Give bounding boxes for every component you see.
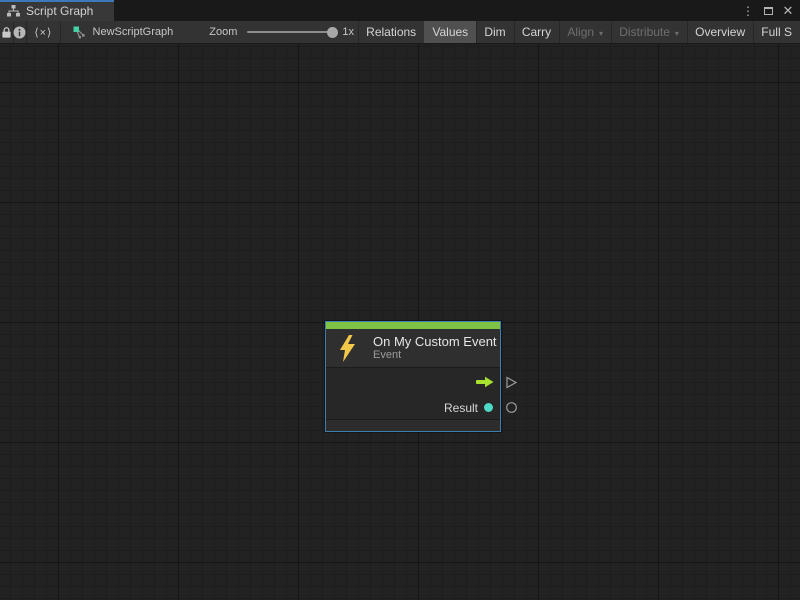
- info-icon: [13, 26, 26, 39]
- node-footer: [326, 420, 500, 431]
- value-output-row: Result: [326, 396, 500, 419]
- align-dropdown[interactable]: Align ▾: [559, 21, 611, 43]
- relations-button[interactable]: Relations: [358, 21, 424, 43]
- chevron-down-icon: ▾: [599, 29, 603, 38]
- zoom-label: Zoom: [209, 26, 237, 38]
- overview-button[interactable]: Overview: [687, 21, 753, 43]
- tab-script-graph[interactable]: Script Graph: [0, 0, 114, 21]
- close-icon[interactable]: ✕: [780, 2, 796, 20]
- node-title: On My Custom Event: [373, 334, 497, 349]
- info-button[interactable]: [13, 21, 26, 43]
- node-header[interactable]: On My Custom Event Event: [326, 329, 500, 367]
- zoom-value: 1x: [342, 26, 354, 38]
- graph-canvas[interactable]: On My Custom Event Event Result: [0, 44, 800, 600]
- carry-button[interactable]: Carry: [514, 21, 559, 43]
- toolbar: ⟨×⟩ NewScriptGraph Zoom 1x Relations Val…: [0, 21, 800, 44]
- flow-output-port[interactable]: [505, 376, 518, 389]
- dim-button[interactable]: Dim: [476, 21, 513, 43]
- graph-reference[interactable]: NewScriptGraph: [61, 21, 182, 43]
- zoom-slider[interactable]: [247, 31, 335, 33]
- tab-strip: Script Graph ⋮ ✕: [0, 0, 800, 21]
- node-color-bar: [326, 322, 500, 329]
- event-bolt-icon: [339, 335, 356, 362]
- node-on-my-custom-event[interactable]: On My Custom Event Event Result: [325, 321, 501, 432]
- flow-arrow-icon: [476, 376, 494, 388]
- zoom-control: Zoom 1x: [209, 21, 358, 43]
- node-subtitle: Event: [373, 349, 497, 362]
- flow-output-row: [326, 368, 500, 396]
- graph-asset-icon: [73, 26, 86, 39]
- tab-label: Script Graph: [26, 4, 93, 18]
- value-dot-icon: [484, 403, 493, 412]
- chevron-down-icon: ▾: [675, 29, 679, 38]
- graph-name-label: NewScriptGraph: [93, 26, 174, 38]
- node-body: Result: [326, 368, 500, 419]
- value-output-port[interactable]: [505, 401, 518, 414]
- window-controls: ⋮ ✕: [740, 0, 796, 21]
- fullscreen-button[interactable]: Full S: [753, 21, 800, 43]
- maximize-icon[interactable]: [760, 2, 776, 20]
- result-port-label: Result: [444, 401, 478, 415]
- graph-hierarchy-icon: [7, 5, 20, 17]
- distribute-dropdown[interactable]: Distribute ▾: [611, 21, 687, 43]
- script-graph-window: Script Graph ⋮ ✕ ⟨×⟩: [0, 0, 800, 600]
- code-preview-button[interactable]: ⟨×⟩: [26, 21, 60, 43]
- menu-icon[interactable]: ⋮: [740, 2, 756, 20]
- lock-button[interactable]: [0, 21, 13, 43]
- lock-icon: [0, 26, 13, 39]
- values-button[interactable]: Values: [424, 21, 476, 43]
- zoom-slider-handle[interactable]: [327, 27, 338, 38]
